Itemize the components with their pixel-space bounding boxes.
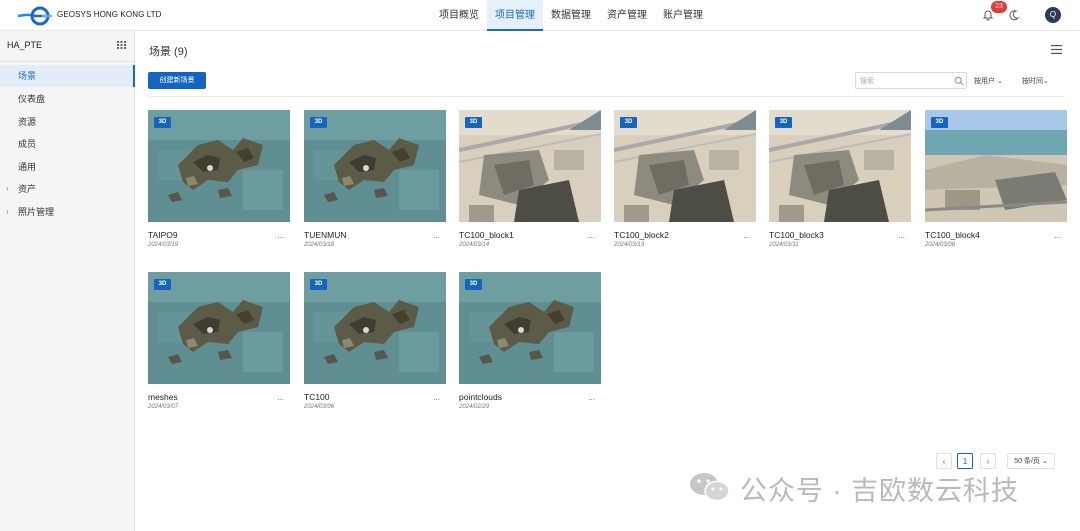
sidebar-item-label: 资产	[18, 184, 37, 194]
sidebar-item-label: 仪表盘	[18, 94, 46, 104]
notification-badge: 23	[991, 1, 1007, 13]
nav-project-overview[interactable]: 项目概览	[431, 0, 487, 31]
scene-card[interactable]: 3D pointclouds 2024/02/29...	[459, 272, 601, 418]
more-options-icon[interactable]: ...	[898, 231, 905, 240]
sidebar-item-label: 场景	[18, 71, 37, 81]
scene-name: meshes	[148, 392, 178, 402]
3d-badge: 3D	[154, 279, 171, 290]
scene-date: 2024/02/29	[459, 404, 490, 410]
sidebar-item-assets[interactable]: › 资产	[0, 178, 135, 200]
next-page-button[interactable]: ›	[980, 453, 996, 469]
scene-date: 2024/03/08	[925, 242, 956, 248]
sidebar-item-members[interactable]: 成员	[0, 133, 135, 155]
search-icon[interactable]	[954, 76, 964, 86]
more-options-icon[interactable]: ...	[433, 393, 440, 402]
chevron-right-icon: ›	[6, 207, 9, 216]
page-title: 场景 (9)	[149, 46, 188, 58]
search-box	[855, 72, 967, 89]
scene-card[interactable]: 3D meshes 2024/03/07...	[148, 272, 290, 418]
sidebar-item-label: 资源	[18, 117, 37, 127]
3d-badge: 3D	[931, 117, 948, 128]
sort-user-label: 按用户	[974, 78, 995, 85]
3d-badge: 3D	[465, 279, 482, 290]
top-bar: GEOSYS HONG KONG LTD 项目概览 项目管理 数据管理 资产管理…	[0, 0, 1080, 31]
sort-by-time-dropdown[interactable]: 按时间⌄	[1022, 76, 1049, 86]
menu-icon[interactable]	[1051, 45, 1062, 54]
sidebar-item-general[interactable]: 通用	[0, 156, 135, 178]
3d-badge: 3D	[775, 117, 792, 128]
page-1-button[interactable]: 1	[957, 453, 973, 469]
sidebar-divider	[0, 61, 135, 62]
chevron-down-icon: ⌄	[1043, 78, 1049, 85]
more-options-icon[interactable]: ...	[743, 231, 750, 240]
scene-name: TC100_block2	[614, 230, 669, 240]
scene-name: TC100_block1	[459, 230, 514, 240]
search-input[interactable]	[860, 75, 950, 87]
nav-data-management[interactable]: 数据管理	[543, 0, 599, 31]
chevron-down-icon: ⌄	[1041, 458, 1048, 465]
3d-badge: 3D	[465, 117, 482, 128]
nav-asset-management[interactable]: 资产管理	[599, 0, 655, 31]
more-options-icon[interactable]: ...	[588, 393, 595, 402]
scene-name: TC100_block3	[769, 230, 824, 240]
scene-date: 2024/03/14	[459, 242, 490, 248]
more-options-icon[interactable]: ...	[277, 393, 284, 402]
project-name: HA_PTE	[7, 40, 43, 50]
wechat-icon	[690, 473, 730, 502]
top-nav: 项目概览 项目管理 数据管理 资产管理 账户管理	[431, 0, 711, 31]
scene-name: TC100_block4	[925, 230, 980, 240]
geosys-logo[interactable]	[16, 6, 54, 26]
create-scene-button[interactable]: 创建新场景	[148, 72, 206, 89]
3d-badge: 3D	[310, 279, 327, 290]
scene-card[interactable]: 3D TUENMUN 2024/03/18...	[304, 110, 446, 256]
prev-page-button[interactable]: ‹	[936, 453, 952, 469]
scene-date: 2024/03/13	[614, 242, 645, 248]
scene-name: pointclouds	[459, 392, 503, 402]
scene-date: 2024/03/07	[148, 404, 179, 410]
sort-by-user-dropdown[interactable]: 按用户 ⌄	[974, 76, 1003, 86]
sidebar-item-resources[interactable]: 资源	[0, 111, 135, 133]
sidebar-item-label: 照片管理	[18, 207, 55, 217]
scene-name: TAIPO9	[148, 230, 178, 240]
scene-card[interactable]: 3D TC100_block1 2024/03/14...	[459, 110, 601, 256]
sort-time-label: 按时间	[1022, 78, 1043, 85]
nav-account-management[interactable]: 账户管理	[655, 0, 711, 31]
scene-date: 2024/03/11	[769, 242, 799, 248]
3d-badge: 3D	[154, 117, 171, 128]
nav-project-management[interactable]: 项目管理	[487, 0, 543, 31]
sidebar-item-label: 通用	[18, 162, 37, 172]
grid-icon[interactable]	[117, 41, 126, 49]
scene-date: 2024/03/19	[148, 242, 179, 248]
scene-date: 2024/03/06	[304, 404, 335, 410]
sidebar-item-dashboard[interactable]: 仪表盘	[0, 88, 135, 110]
chevron-down-icon: ⌄	[996, 78, 1003, 85]
page-size-select[interactable]: 50 条/页 ⌄	[1007, 453, 1055, 469]
more-options-icon[interactable]: ...	[1054, 231, 1061, 240]
scene-card[interactable]: 3D TC100_block2 2024/03/13...	[614, 110, 756, 256]
scene-name: TUENMUN	[304, 230, 347, 240]
sidebar-item-photo-management[interactable]: › 照片管理	[0, 201, 135, 223]
3d-badge: 3D	[310, 117, 327, 128]
3d-badge: 3D	[620, 117, 637, 128]
scene-date: 2024/03/18	[304, 242, 335, 248]
divider	[148, 96, 1065, 97]
avatar[interactable]: Q	[1045, 7, 1061, 23]
scene-name: TC100	[304, 392, 330, 402]
more-options-icon[interactable]: ...	[588, 231, 595, 240]
more-options-icon[interactable]: ...	[277, 231, 284, 240]
page-size-label: 50 条/页	[1014, 458, 1040, 465]
scene-card[interactable]: 3D TC100_block4 2024/03/08...	[925, 110, 1067, 256]
scene-card[interactable]: 3D TC100_block3 2024/03/11...	[769, 110, 911, 256]
brand-name: GEOSYS HONG KONG LTD	[57, 10, 162, 19]
scene-card[interactable]: 3D TC100 2024/03/06...	[304, 272, 446, 418]
more-options-icon[interactable]: ...	[433, 231, 440, 240]
moon-icon[interactable]	[1008, 9, 1020, 21]
sidebar-item-label: 成员	[18, 139, 37, 149]
chevron-right-icon: ›	[6, 184, 9, 193]
sidebar-item-scenes[interactable]: 场景	[0, 65, 135, 87]
sidebar: HA_PTE 场景 仪表盘 资源 成员 通用 › 资产 › 照片管理	[0, 31, 135, 531]
scene-card[interactable]: 3D TAIPO9 2024/03/19...	[148, 110, 290, 256]
watermark-text: 公众号 · 吉欧数云科技	[740, 476, 1019, 506]
